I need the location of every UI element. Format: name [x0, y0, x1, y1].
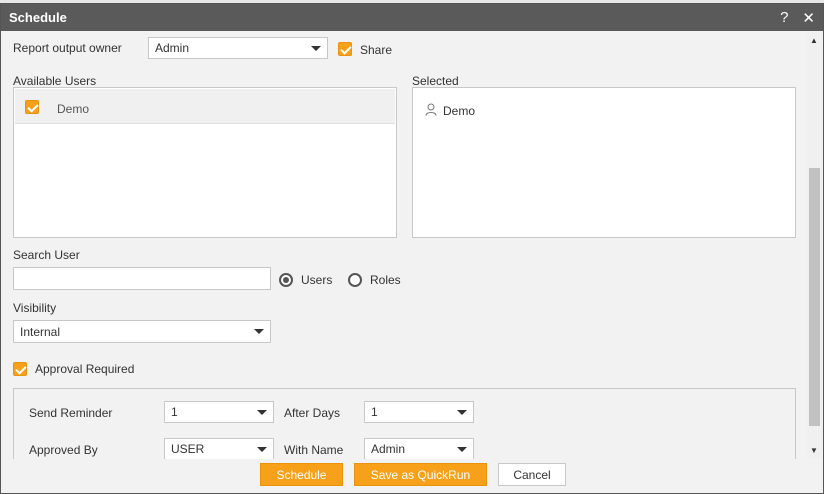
- chevron-down-icon: [457, 409, 467, 415]
- owner-select[interactable]: Admin: [148, 37, 328, 59]
- user-icon: [425, 103, 437, 119]
- owner-select-value: Admin: [155, 41, 190, 55]
- approved-by-value: USER: [171, 442, 205, 456]
- send-reminder-select[interactable]: 1: [164, 401, 274, 423]
- chevron-down-icon: [257, 446, 267, 452]
- chevron-down-icon: [457, 446, 467, 452]
- chevron-down-icon: [257, 409, 267, 415]
- roles-radio-label: Roles: [370, 273, 401, 287]
- user-checkbox[interactable]: [25, 100, 39, 114]
- approved-by-label: Approved By: [29, 443, 98, 457]
- dialog-content: Report output owner Admin Share Availabl…: [1, 31, 807, 459]
- approval-required-checkbox[interactable]: [13, 362, 27, 376]
- after-days-label: After Days: [284, 406, 341, 420]
- available-users-list[interactable]: Demo: [13, 87, 397, 238]
- share-label: Share: [360, 43, 393, 57]
- approval-settings-panel: Send Reminder 1 After Days 1 Approved By…: [13, 388, 796, 459]
- with-name-label: With Name: [284, 443, 344, 457]
- scroll-down-icon[interactable]: ▼: [810, 446, 818, 455]
- schedule-button[interactable]: Schedule: [260, 463, 343, 486]
- cancel-button[interactable]: Cancel: [498, 463, 566, 486]
- selected-users-list[interactable]: Demo: [412, 87, 796, 238]
- visibility-select[interactable]: Internal: [13, 320, 271, 343]
- visibility-label: Visibility: [13, 301, 57, 315]
- help-icon[interactable]: ?: [780, 9, 788, 26]
- with-name-select[interactable]: Admin: [364, 438, 474, 459]
- with-name-value: Admin: [371, 442, 406, 456]
- approval-required-label: Approval Required: [35, 362, 135, 376]
- close-icon[interactable]: ✕: [802, 9, 815, 27]
- schedule-dialog: Schedule ? ✕ Report output owner Admin S…: [0, 3, 824, 494]
- save-as-quickrun-button[interactable]: Save as QuickRun: [354, 463, 487, 486]
- search-user-input[interactable]: [13, 267, 271, 290]
- owner-label: Report output owner: [13, 41, 122, 55]
- available-users-label: Available Users: [13, 74, 97, 88]
- chevron-down-icon: [311, 45, 321, 51]
- after-days-value: 1: [371, 405, 378, 419]
- dialog-scrollbar[interactable]: ▲ ▼: [807, 32, 822, 458]
- users-radio[interactable]: [279, 273, 293, 287]
- dialog-title: Schedule: [9, 10, 67, 25]
- list-item[interactable]: Demo: [15, 89, 395, 124]
- selected-label: Selected: [412, 74, 459, 88]
- after-days-select[interactable]: 1: [364, 401, 474, 423]
- selected-user-name: Demo: [443, 104, 476, 118]
- send-reminder-label: Send Reminder: [29, 406, 113, 420]
- scrollbar-thumb[interactable]: [809, 168, 820, 426]
- scroll-up-icon[interactable]: ▲: [810, 36, 818, 45]
- user-name: Demo: [57, 102, 90, 116]
- roles-radio[interactable]: [348, 273, 362, 287]
- approved-by-select[interactable]: USER: [164, 438, 274, 459]
- share-checkbox[interactable]: [338, 42, 352, 56]
- send-reminder-value: 1: [171, 405, 178, 419]
- visibility-select-value: Internal: [20, 324, 61, 339]
- dialog-titlebar: Schedule ? ✕: [1, 4, 823, 31]
- search-user-label: Search User: [13, 248, 80, 262]
- users-radio-label: Users: [301, 273, 333, 287]
- chevron-down-icon: [254, 329, 264, 334]
